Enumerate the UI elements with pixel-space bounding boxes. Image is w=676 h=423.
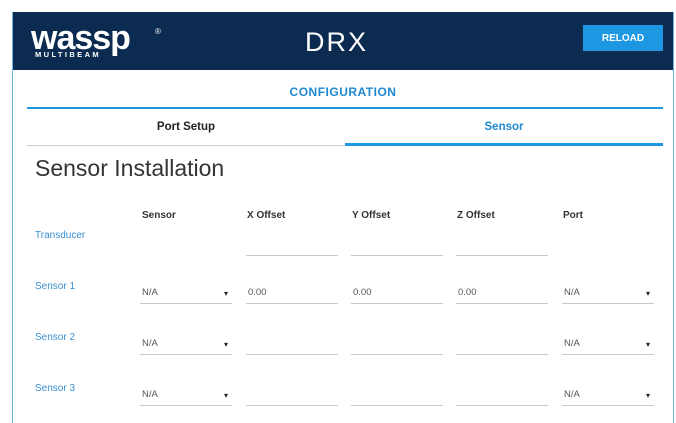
logo-subtitle: MULTIBEAM bbox=[35, 50, 102, 59]
sensor-2-sensor-select[interactable]: N/A ▾ bbox=[140, 333, 232, 355]
sensor-2-port-value: N/A bbox=[564, 338, 580, 349]
sensor-1-y-offset-input[interactable]: 0.00 bbox=[351, 282, 443, 304]
section-title: CONFIGURATION bbox=[289, 85, 397, 99]
logo-trademark: ® bbox=[155, 27, 161, 36]
sensor-2-z-offset-input[interactable] bbox=[456, 333, 548, 355]
sensor-3-y-offset-input[interactable] bbox=[351, 384, 443, 406]
top-bar: wassp ® MULTIBEAM DRX RELOAD bbox=[13, 12, 673, 70]
row-label-transducer[interactable]: Transducer bbox=[35, 230, 85, 241]
section-divider bbox=[27, 107, 663, 109]
transducer-y-offset-input[interactable] bbox=[351, 234, 443, 256]
app-window: wassp ® MULTIBEAM DRX RELOAD CONFIGURATI… bbox=[12, 12, 674, 423]
tab-sensor[interactable]: Sensor bbox=[345, 121, 663, 133]
transducer-z-offset-input[interactable] bbox=[456, 234, 548, 256]
sensor-1-z-offset-input[interactable]: 0.00 bbox=[456, 282, 548, 304]
tab-underline-sensor-active bbox=[345, 143, 663, 146]
page-heading: Sensor Installation bbox=[35, 155, 225, 181]
app-title: DRX bbox=[305, 27, 369, 57]
chevron-down-icon: ▾ bbox=[645, 289, 650, 298]
chevron-down-icon: ▾ bbox=[223, 289, 228, 298]
column-header-sensor: Sensor bbox=[142, 210, 176, 221]
sensor-1-x-offset-input[interactable]: 0.00 bbox=[246, 282, 338, 304]
sensor-2-sensor-value: N/A bbox=[142, 338, 158, 349]
sensor-3-z-offset-input[interactable] bbox=[456, 384, 548, 406]
row-label-sensor-2[interactable]: Sensor 2 bbox=[35, 332, 75, 343]
sensor-1-port-value: N/A bbox=[564, 287, 580, 298]
sensor-1-sensor-select[interactable]: N/A ▾ bbox=[140, 282, 232, 304]
column-header-x-offset: X Offset bbox=[247, 210, 286, 221]
sensor-2-y-offset-input[interactable] bbox=[351, 333, 443, 355]
sensor-2-port-select[interactable]: N/A ▾ bbox=[562, 333, 654, 355]
column-header-z-offset: Z Offset bbox=[457, 210, 495, 221]
chevron-down-icon: ▾ bbox=[645, 391, 650, 400]
chevron-down-icon: ▾ bbox=[223, 391, 228, 400]
sensor-3-sensor-value: N/A bbox=[142, 389, 158, 400]
sensor-3-sensor-select[interactable]: N/A ▾ bbox=[140, 384, 232, 406]
sensor-3-x-offset-input[interactable] bbox=[246, 384, 338, 406]
row-label-sensor-1[interactable]: Sensor 1 bbox=[35, 281, 75, 292]
sensor-2-x-offset-input[interactable] bbox=[246, 333, 338, 355]
chevron-down-icon: ▾ bbox=[645, 340, 650, 349]
reload-button[interactable]: RELOAD bbox=[583, 25, 663, 51]
sensor-1-port-select[interactable]: N/A ▾ bbox=[562, 282, 654, 304]
sensor-3-port-value: N/A bbox=[564, 389, 580, 400]
column-header-port: Port bbox=[563, 210, 583, 221]
wassp-logo: wassp ® MULTIBEAM bbox=[31, 19, 191, 61]
chevron-down-icon: ▾ bbox=[223, 340, 228, 349]
row-label-sensor-3[interactable]: Sensor 3 bbox=[35, 383, 75, 394]
transducer-x-offset-input[interactable] bbox=[246, 234, 338, 256]
tab-underline-port-setup bbox=[27, 145, 345, 146]
tab-port-setup[interactable]: Port Setup bbox=[27, 121, 345, 133]
sensor-3-port-select[interactable]: N/A ▾ bbox=[562, 384, 654, 406]
sensor-1-sensor-value: N/A bbox=[142, 287, 158, 298]
column-header-y-offset: Y Offset bbox=[352, 210, 391, 221]
